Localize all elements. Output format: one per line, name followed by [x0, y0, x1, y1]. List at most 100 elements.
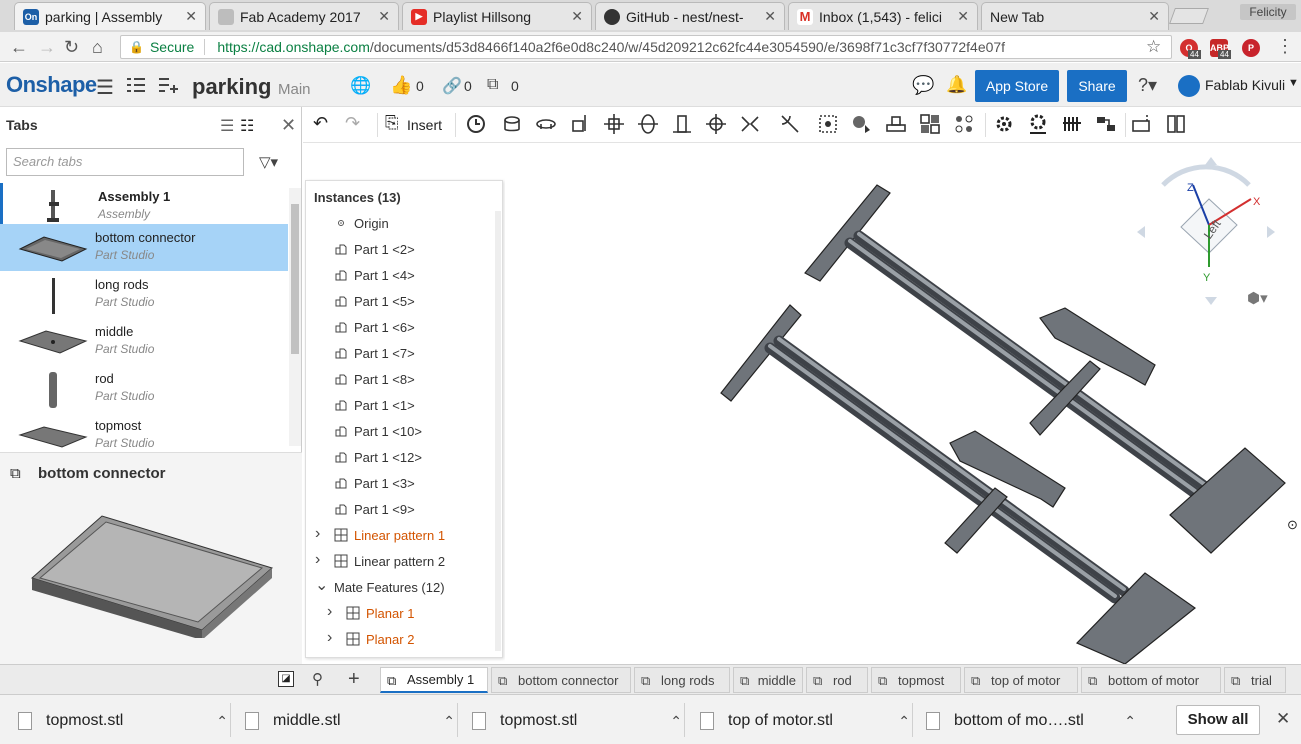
user-name[interactable]: Fablab Kivuli [1205, 77, 1285, 93]
scrollbar-thumb[interactable] [291, 204, 299, 354]
browser-tab-playlist[interactable]: ▶ Playlist Hillsong ✕ [402, 2, 592, 30]
view-mode-cube-icon[interactable]: ⬢▾ [1247, 289, 1268, 307]
view-down-arrow-icon[interactable] [1205, 297, 1217, 305]
show-all-downloads-button[interactable]: Show all [1176, 705, 1260, 735]
pinterest-icon[interactable]: P [1242, 39, 1260, 57]
circular-pattern-icon[interactable] [953, 113, 975, 135]
filter-icon[interactable]: ▽▾ [259, 153, 278, 171]
feature-list-icon[interactable] [126, 76, 146, 99]
insert-button[interactable]: Insert [407, 117, 442, 133]
document-name[interactable]: parking [192, 74, 271, 100]
view-up-arrow-icon[interactable] [1205, 157, 1217, 165]
download-item[interactable]: top of motor.stl ⌃ [700, 709, 910, 733]
back-icon[interactable]: ← [10, 37, 28, 58]
tab-item-rod[interactable]: rod Part Studio [0, 365, 288, 412]
doc-tab[interactable]: ⧉ long rods [634, 667, 730, 693]
parallel-mate-icon[interactable] [739, 113, 761, 135]
view-right-arrow-icon[interactable] [1267, 226, 1275, 238]
instance-item[interactable]: Part 1 <7> [306, 341, 496, 367]
instance-scrollbar[interactable] [495, 211, 501, 651]
doc-tab[interactable]: ⧉ bottom connector [491, 667, 631, 693]
like-icon[interactable]: 👍 [390, 75, 412, 96]
app-store-button[interactable]: App Store [975, 70, 1059, 102]
forward-icon[interactable]: → [38, 37, 56, 58]
measure-gear-icon[interactable] [1027, 113, 1049, 135]
profile-badge[interactable]: Felicity [1240, 4, 1296, 20]
search-tabs-input[interactable]: Search tabs [6, 148, 244, 176]
doc-tab[interactable]: ⧉ middle [733, 667, 803, 693]
instance-item[interactable]: Part 1 <2> [306, 237, 496, 263]
close-tab-icon[interactable]: ✕ [571, 8, 583, 25]
fasten-mate-icon[interactable] [501, 113, 523, 135]
close-tab-icon[interactable]: ✕ [957, 8, 969, 25]
tab-item-topmost[interactable]: topmost Part Studio [0, 412, 288, 452]
doc-tab[interactable]: ⧉ top of motor [964, 667, 1078, 693]
url-bar[interactable]: 🔒 Secure https://cad.onshape.com/documen… [120, 35, 1172, 59]
gear-relation-icon[interactable] [885, 113, 907, 135]
close-tab-icon[interactable]: ✕ [764, 8, 776, 25]
chevron-up-icon[interactable]: ⌃ [898, 713, 910, 730]
instance-item[interactable]: Part 1 <10> [306, 419, 496, 445]
instance-item[interactable]: › Linear pattern 2 [306, 549, 496, 575]
expand-right-icon[interactable]: › [327, 629, 332, 647]
chevron-up-icon[interactable]: ⌃ [1124, 713, 1136, 730]
doc-tab[interactable]: ⧉ Assembly 1 [380, 667, 488, 693]
tab-item-bottom-connector[interactable]: bottom connector Part Studio [0, 224, 288, 271]
instance-item[interactable]: Part 1 <3> [306, 471, 496, 497]
download-item[interactable]: middle.stl ⌃ [245, 709, 455, 733]
branch-name[interactable]: Main [278, 81, 311, 98]
instance-item[interactable]: Part 1 <8> [306, 367, 496, 393]
doc-tab[interactable]: ⧉ rod [806, 667, 868, 693]
hamburger-menu-icon[interactable]: ☰ [96, 75, 114, 100]
instance-item[interactable]: Part 1 <5> [306, 289, 496, 315]
instance-item[interactable]: Origin [306, 211, 496, 237]
tab-manager-icon[interactable]: ⚲ [312, 670, 323, 688]
chevron-up-icon[interactable]: ⌃ [216, 713, 228, 730]
section-view-icon[interactable] [1131, 113, 1153, 135]
instance-item[interactable]: Part 1 <9> [306, 497, 496, 523]
globe-icon[interactable]: 🌐 [350, 76, 371, 96]
close-downloads-icon[interactable]: ✕ [1276, 709, 1290, 729]
onshape-logo[interactable]: Onshape [6, 72, 97, 98]
explode-view-icon[interactable] [1061, 113, 1083, 135]
comment-icon[interactable]: 💬 [912, 75, 934, 96]
user-avatar[interactable] [1178, 75, 1200, 97]
close-panel-icon[interactable]: ✕ [281, 115, 296, 136]
link-icon[interactable]: 🔗 [442, 76, 462, 96]
download-item[interactable]: topmost.stl ⌃ [18, 709, 228, 733]
tab-item-long-rods[interactable]: long rods Part Studio [0, 271, 288, 318]
expand-right-icon[interactable]: › [315, 551, 320, 569]
browser-tab-inbox[interactable]: M Inbox (1,543) - felici ✕ [788, 2, 978, 30]
expand-right-icon[interactable]: › [327, 603, 332, 621]
view-left-arrow-icon[interactable] [1137, 226, 1145, 238]
graphics-viewport[interactable]: Z X Y Left ⬢▾ ⊙ [505, 143, 1301, 665]
instance-item[interactable]: Part 1 <1> [306, 393, 496, 419]
settings-gear-icon[interactable] [993, 113, 1015, 135]
instance-item[interactable]: › Planar 2 [306, 627, 496, 653]
instance-item[interactable]: Part 1 <6> [306, 315, 496, 341]
home-icon[interactable]: ⌂ [92, 37, 103, 58]
instance-item[interactable]: › Planar 1 [306, 601, 496, 627]
close-tab-icon[interactable]: ✕ [185, 8, 197, 25]
doc-tab[interactable]: ⧉ topmost [871, 667, 961, 693]
close-tab-icon[interactable]: ✕ [1148, 8, 1160, 25]
instance-item[interactable]: Part 1 <12> [306, 445, 496, 471]
add-tab-icon[interactable]: + [348, 668, 360, 691]
browser-tab-fab-academy[interactable]: Fab Academy 2017 ✕ [209, 2, 399, 30]
insert-icon[interactable]: ⎘ [385, 113, 407, 135]
close-tab-icon[interactable]: ✕ [378, 8, 390, 25]
ball-mate-icon[interactable] [705, 113, 727, 135]
expand-tab-panel-icon[interactable]: ◪ [278, 671, 294, 687]
timer-icon[interactable] [465, 113, 487, 135]
doc-tab[interactable]: ⧉ bottom of motor [1081, 667, 1221, 693]
view-rotate-arc[interactable] [1161, 164, 1251, 187]
bill-of-materials-icon[interactable] [1165, 113, 1187, 135]
instance-item[interactable]: › Linear pattern 1 [306, 523, 496, 549]
browser-tab-github[interactable]: GitHub - nest/nest- ✕ [595, 2, 785, 30]
new-tab-button[interactable] [1169, 8, 1209, 24]
slider-mate-icon[interactable] [569, 113, 591, 135]
thumbnail-view-icon[interactable]: ☷ [240, 116, 254, 136]
group-icon[interactable] [851, 113, 873, 135]
secure-indicator[interactable]: 🔒 Secure [129, 39, 194, 55]
doc-tab[interactable]: ⧉ trial [1224, 667, 1286, 693]
